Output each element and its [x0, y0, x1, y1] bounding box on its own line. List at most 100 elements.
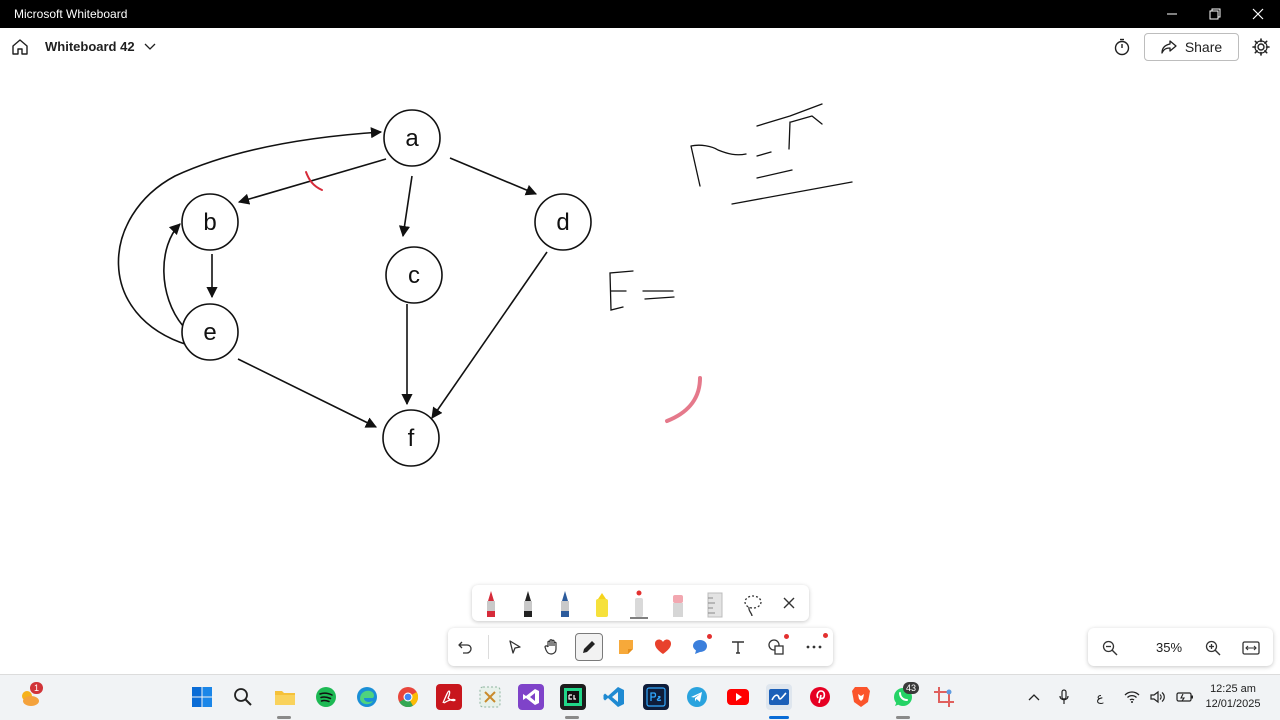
spotify-button[interactable]: [313, 684, 339, 710]
microphone-icon: [1059, 689, 1069, 704]
photoshop-icon: [646, 687, 666, 707]
minimize-icon: [1167, 13, 1177, 15]
more-icon: [806, 645, 822, 649]
close-icon: [783, 597, 795, 609]
edge-e-f: [237, 358, 378, 428]
youtube-button[interactable]: [725, 684, 751, 710]
app-header: Whiteboard 42 Share: [0, 28, 1280, 66]
clock-time: 12:25 am: [1210, 683, 1256, 695]
undo-button[interactable]: [451, 633, 479, 661]
whiteboard-icon: [769, 689, 789, 705]
windows-icon: [192, 687, 212, 707]
visual-studio-button[interactable]: [518, 684, 544, 710]
pinterest-icon: [810, 687, 830, 707]
toolbar-divider: [488, 635, 489, 659]
select-tool-button[interactable]: [501, 633, 529, 661]
timer-button[interactable]: [1111, 36, 1133, 58]
black-pen-icon[interactable]: [515, 589, 541, 619]
microphone-button[interactable]: [1056, 687, 1072, 707]
photoshop-button[interactable]: [643, 684, 669, 710]
zoom-in-button[interactable]: [1200, 635, 1226, 661]
chevron-up-icon: [1028, 694, 1040, 701]
close-window-button[interactable]: [1236, 0, 1280, 28]
zoom-in-icon: [1205, 640, 1221, 656]
brave-button[interactable]: [848, 684, 874, 710]
paint-tool-button[interactable]: [931, 684, 957, 710]
clion-button[interactable]: [560, 684, 586, 710]
folder-icon: [275, 691, 295, 705]
share-button[interactable]: Share: [1144, 33, 1239, 61]
home-icon: [12, 39, 28, 55]
edge-e-a: [117, 127, 383, 346]
zoom-out-button[interactable]: [1097, 635, 1123, 661]
home-button[interactable]: [8, 34, 32, 60]
telegram-button[interactable]: [684, 684, 710, 710]
pen-tool-button[interactable]: [575, 633, 603, 661]
gear-icon: [1252, 38, 1270, 56]
settings-button[interactable]: [1250, 36, 1272, 58]
pinterest-button[interactable]: [807, 684, 833, 710]
whiteboard-app-button[interactable]: [766, 684, 792, 710]
ruler-icon[interactable]: [702, 589, 728, 619]
start-button[interactable]: [189, 684, 215, 710]
close-pen-tray-button[interactable]: [780, 594, 798, 612]
comment-button[interactable]: [686, 633, 714, 661]
hand-icon: [544, 639, 557, 655]
comment-icon: [693, 640, 707, 654]
window-title: Microsoft Whiteboard: [14, 7, 128, 21]
acrobat-button[interactable]: [436, 684, 462, 710]
pen-icon: [583, 641, 595, 653]
shapes-button[interactable]: [762, 633, 790, 661]
lasso-icon[interactable]: [740, 591, 766, 621]
node-label: b: [203, 209, 216, 236]
blue-pen-icon[interactable]: [552, 589, 578, 619]
node-label: d: [556, 209, 569, 236]
visual-studio-icon: [523, 689, 539, 705]
zoom-out-icon: [1102, 640, 1118, 656]
close-icon: [1252, 8, 1264, 20]
taskbar: 1 43 ع 12:25 am 12/01/2025: [0, 674, 1280, 720]
more-options-button[interactable]: [800, 633, 828, 661]
notification-dot: [784, 634, 789, 639]
zoom-level[interactable]: 35%: [1148, 640, 1190, 655]
reactions-button[interactable]: [649, 633, 677, 661]
graph-node: c: [385, 246, 443, 304]
highlighter-icon[interactable]: [589, 589, 615, 619]
whiteboard-canvas[interactable]: a b c d e f: [0, 66, 1280, 674]
eraser-icon[interactable]: [665, 589, 691, 619]
spotify-icon: [316, 687, 336, 707]
laser-pointer-icon[interactable]: [626, 589, 652, 619]
share-label: Share: [1184, 39, 1223, 55]
sticky-note-button[interactable]: [612, 633, 640, 661]
search-button[interactable]: [230, 684, 256, 710]
text-tool-button[interactable]: [724, 633, 752, 661]
pan-tool-button[interactable]: [538, 633, 566, 661]
node-label: f: [408, 425, 415, 452]
share-icon: [1161, 40, 1177, 54]
red-pen-icon[interactable]: [478, 589, 504, 619]
edge-a-d: [449, 157, 538, 196]
fit-to-screen-button[interactable]: [1238, 635, 1264, 661]
board-title[interactable]: Whiteboard 42: [45, 39, 135, 54]
quick-settings-button[interactable]: [1124, 687, 1194, 707]
edge-a-c: [398, 175, 413, 238]
board-menu-button[interactable]: [144, 40, 156, 54]
snipping-tool-button[interactable]: [477, 684, 503, 710]
graph-node: b: [181, 193, 239, 251]
notification-dot: [707, 634, 712, 639]
clock[interactable]: 12:25 am 12/01/2025: [1196, 682, 1270, 712]
edge-button[interactable]: [354, 684, 380, 710]
minimize-button[interactable]: [1150, 0, 1194, 28]
notification-dot: [823, 633, 828, 638]
chrome-button[interactable]: [395, 684, 421, 710]
restore-button[interactable]: [1193, 0, 1237, 28]
vscode-button[interactable]: [601, 684, 627, 710]
input-language[interactable]: ع: [1092, 687, 1108, 707]
chevron-down-icon: [144, 43, 156, 50]
file-explorer-button[interactable]: [272, 684, 298, 710]
ink-e-equals: [609, 270, 675, 311]
node-label: e: [203, 319, 216, 346]
node-label: c: [408, 262, 420, 289]
show-hidden-icons-button[interactable]: [1026, 687, 1042, 707]
running-indicator: [277, 716, 291, 719]
